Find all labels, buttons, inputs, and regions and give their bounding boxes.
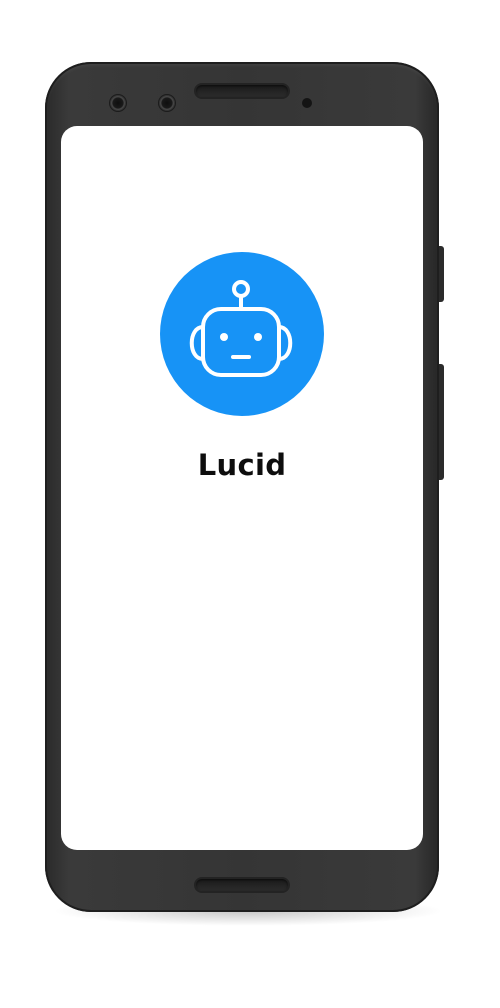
power-button xyxy=(439,246,444,302)
app-title: Lucid xyxy=(197,448,287,482)
app-logo xyxy=(160,252,324,416)
proximity-sensor xyxy=(302,98,312,108)
earpiece-speaker xyxy=(196,85,288,97)
volume-rocker xyxy=(439,364,444,480)
front-camera-secondary-icon xyxy=(159,95,175,111)
front-camera-icon xyxy=(110,95,126,111)
robot-face-icon xyxy=(160,252,324,416)
bottom-speaker xyxy=(196,879,288,891)
splash-screen: Lucid xyxy=(61,126,423,850)
